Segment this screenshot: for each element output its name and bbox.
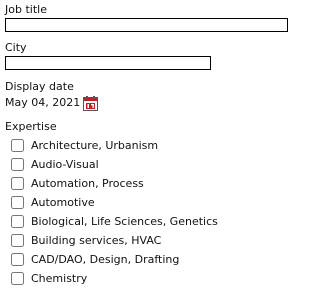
calendar-icon[interactable]	[83, 95, 99, 111]
expertise-option-label: Architecture, Urbanism	[31, 138, 159, 152]
job-search-form: Job title City Display date May 04, 2021…	[0, 0, 288, 288]
display-date-label: Display date	[5, 80, 74, 93]
expertise-checkbox[interactable]	[11, 272, 24, 285]
expertise-option[interactable]: CAD/DAO, Design, Drafting	[11, 251, 179, 268]
expertise-checkbox[interactable]	[11, 234, 24, 247]
city-label: City	[5, 41, 27, 54]
expertise-checkbox[interactable]	[11, 139, 24, 152]
expertise-option[interactable]: Automotive	[11, 194, 95, 211]
expertise-option[interactable]: Biological, Life Sciences, Genetics	[11, 213, 218, 230]
expertise-checkbox[interactable]	[11, 196, 24, 209]
expertise-label: Expertise	[5, 120, 57, 133]
expertise-option[interactable]: Architecture, Urbanism	[11, 137, 158, 154]
job-title-label: Job title	[5, 3, 47, 16]
expertise-option-label: CAD/DAO, Design, Drafting	[31, 252, 180, 266]
expertise-checkbox[interactable]	[11, 158, 24, 171]
expertise-checkbox[interactable]	[11, 177, 24, 190]
job-title-input[interactable]	[5, 18, 288, 32]
city-input[interactable]	[5, 56, 211, 70]
expertise-option-label: Chemistry	[31, 271, 88, 285]
expertise-option-label: Building services, HVAC	[31, 233, 162, 247]
expertise-option-label: Automotive	[31, 195, 95, 209]
expertise-option[interactable]: Chemistry	[11, 270, 87, 287]
expertise-checkbox[interactable]	[11, 253, 24, 266]
expertise-option[interactable]: Audio-Visual	[11, 156, 99, 173]
expertise-option-label: Biological, Life Sciences, Genetics	[31, 214, 218, 228]
expertise-checkbox[interactable]	[11, 215, 24, 228]
expertise-option[interactable]: Building services, HVAC	[11, 232, 161, 249]
expertise-option-label: Audio-Visual	[31, 157, 99, 171]
display-date-row: May 04, 2021	[5, 95, 99, 111]
expertise-option-label: Automation, Process	[31, 176, 144, 190]
expertise-option[interactable]: Automation, Process	[11, 175, 144, 192]
display-date-value: May 04, 2021	[5, 96, 81, 109]
